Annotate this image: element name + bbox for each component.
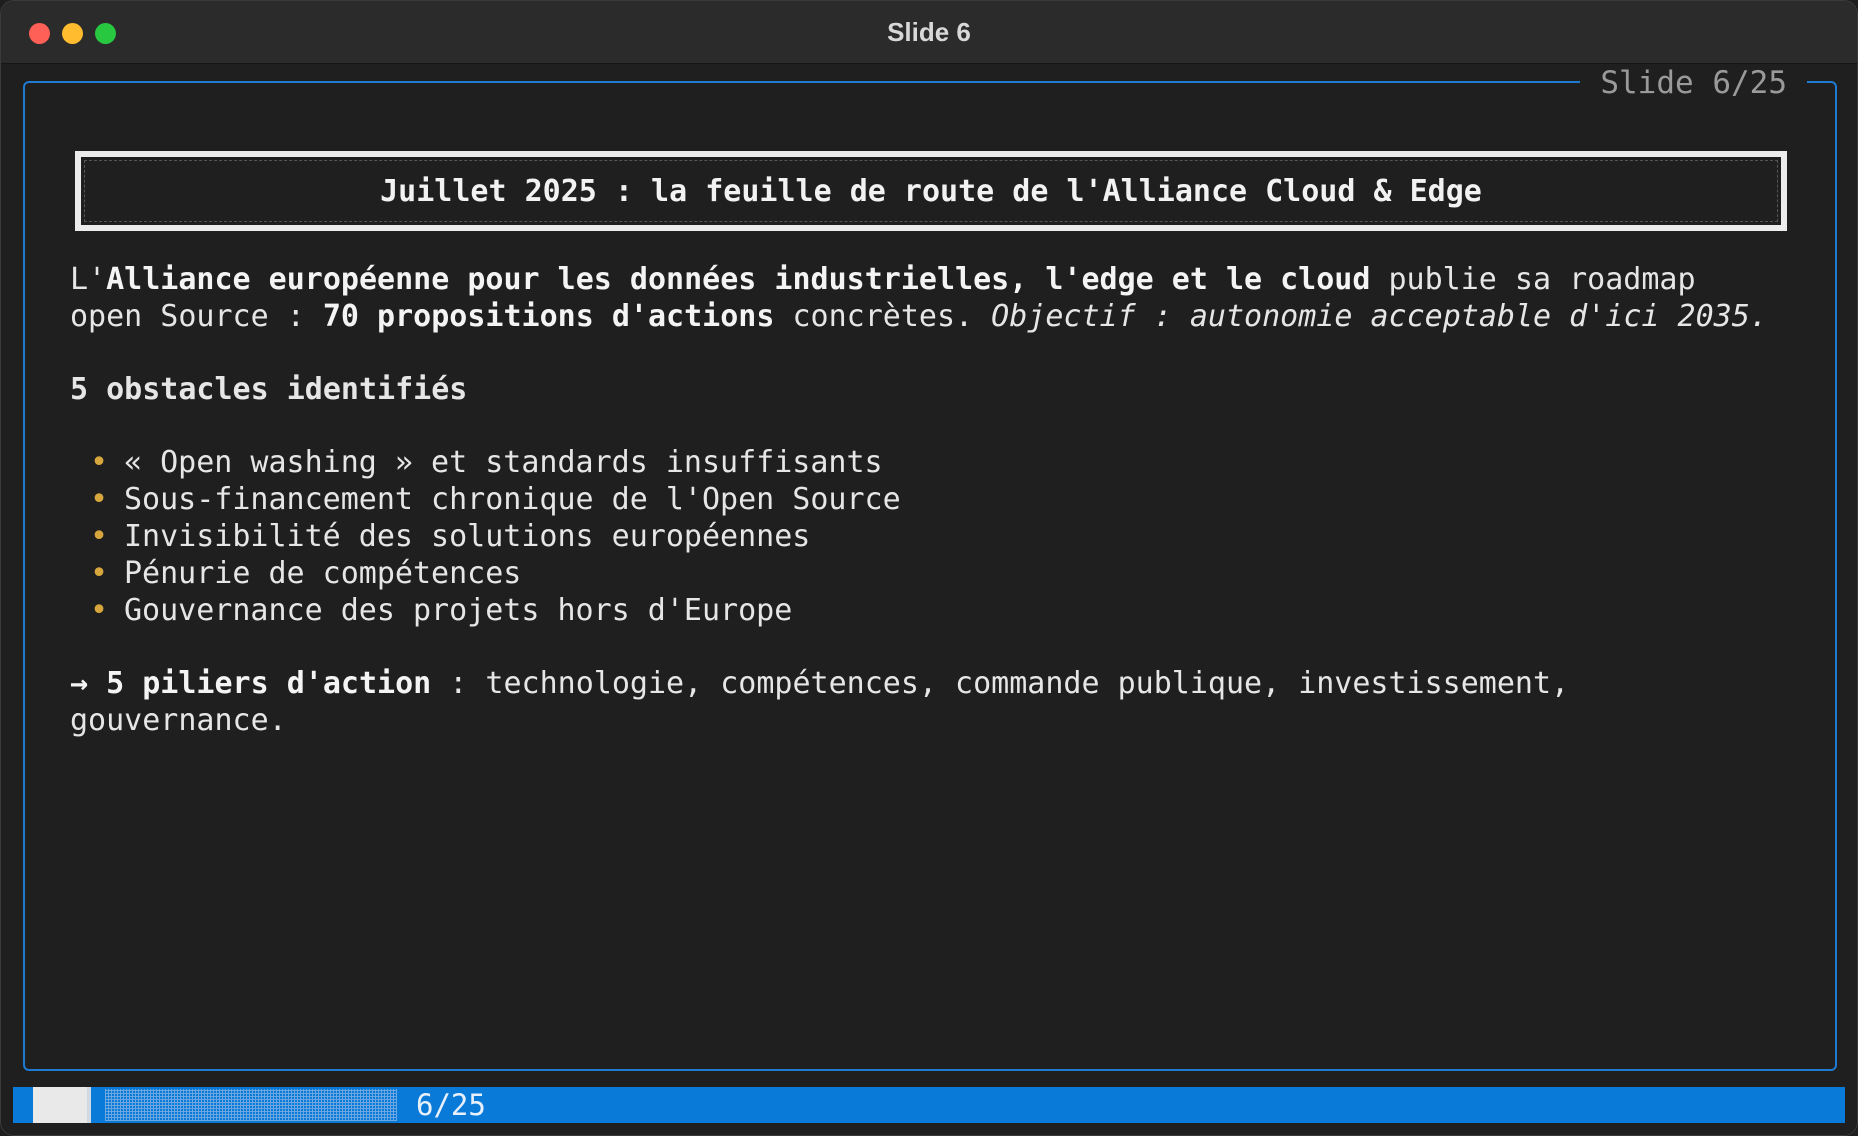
intro-text: open Source : bbox=[70, 299, 323, 334]
bullet-icon: • bbox=[90, 519, 109, 554]
list-item: • Gouvernance des projets hors d'Europe bbox=[90, 592, 1795, 629]
title-bar: Slide 6 bbox=[1, 1, 1857, 64]
list-item-text: Pénurie de compétences bbox=[124, 556, 522, 591]
pillars-line-1: → 5 piliers d'action : technologie, comp… bbox=[70, 665, 1795, 702]
obstacles-list: • « Open washing » et standards insuffisa… bbox=[70, 444, 1795, 629]
intro-text: concrètes. bbox=[774, 299, 992, 334]
list-item: • « Open washing » et standards insuffisa… bbox=[90, 444, 1795, 481]
list-item: • Invisibilité des solutions européennes bbox=[90, 518, 1795, 555]
intro-text: L' bbox=[70, 262, 107, 297]
progress-status-bar: 6/25 bbox=[13, 1087, 1845, 1123]
slide-title: Juillet 2025 : la feuille de route de l'… bbox=[380, 173, 1482, 209]
progress-bar-remaining bbox=[105, 1089, 397, 1121]
pillars-label: 5 piliers d'action bbox=[106, 666, 432, 701]
slide-counter: Slide 6/25 bbox=[1580, 65, 1807, 101]
progress-text: 6/25 bbox=[416, 1088, 486, 1122]
terminal-content: Slide 6/25 Juillet 2025 : la feuille de … bbox=[1, 64, 1857, 1135]
slide-title-box: Juillet 2025 : la feuille de route de l'… bbox=[75, 151, 1787, 231]
bullet-icon: • bbox=[90, 593, 109, 628]
progress-bar-cursor bbox=[87, 1087, 91, 1123]
bullet-icon: • bbox=[90, 482, 109, 517]
list-item-text: Invisibilité des solutions européennes bbox=[124, 519, 811, 554]
intro-line-2: open Source : 70 propositions d'actions … bbox=[70, 298, 1795, 335]
slide-frame: Slide 6/25 Juillet 2025 : la feuille de … bbox=[23, 65, 1837, 1071]
terminal-window: Slide 6 Slide 6/25 Juillet 2025 : la feu… bbox=[0, 0, 1858, 1136]
list-item: • Sous-financement chronique de l'Open So… bbox=[90, 481, 1795, 518]
bullet-icon: • bbox=[90, 556, 109, 591]
arrow-icon: → bbox=[70, 666, 107, 701]
list-item-text: « Open washing » et standards insuffisan… bbox=[124, 445, 883, 480]
list-item-text: Sous-financement chronique de l'Open Sou… bbox=[124, 482, 901, 517]
window-title: Slide 6 bbox=[887, 17, 971, 47]
pillars-text: : technologie, compétences, commande pub… bbox=[431, 666, 1570, 701]
intro-bold-propositions: 70 propositions d'actions bbox=[322, 299, 775, 334]
slide-body: L'Alliance européenne pour les données i… bbox=[70, 261, 1795, 739]
pillars-line-2: gouvernance. bbox=[70, 703, 287, 738]
intro-objective: Objectif : autonomie acceptable d'ici 20… bbox=[991, 299, 1768, 334]
intro-text: publie sa roadmap bbox=[1370, 262, 1696, 297]
bullet-icon: • bbox=[90, 445, 109, 480]
list-item-text: Gouvernance des projets hors d'Europe bbox=[124, 593, 793, 628]
progress-bar-filled bbox=[33, 1087, 87, 1123]
obstacles-heading: 5 obstacles identifiés bbox=[70, 372, 468, 407]
intro-bold-alliance: Alliance européenne pour les données ind… bbox=[106, 262, 1371, 297]
intro-line-1: L'Alliance européenne pour les données i… bbox=[70, 261, 1795, 298]
list-item: • Pénurie de compétences bbox=[90, 555, 1795, 592]
